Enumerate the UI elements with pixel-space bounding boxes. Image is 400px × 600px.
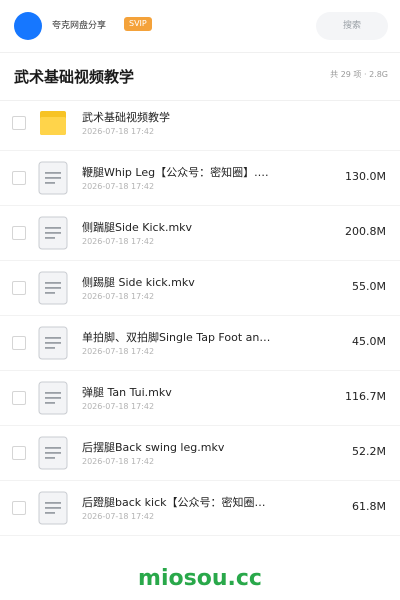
file-date: 2026-07-18 17:42 [82,292,155,301]
file-size: 45.0M [352,335,386,348]
list-item[interactable]: 单拍脚、双拍脚Single Tap Foot an… 2026-07-18 17… [0,316,400,371]
file-date: 2026-07-18 17:42 [82,402,155,411]
file-date: 2026-07-18 17:42 [82,512,155,521]
file-date: 2026-07-18 17:42 [82,127,155,136]
watermark: miosou.cc [138,566,262,591]
file-list: 武术基础视频教学 2026-07-18 17:42 鞭腿Whip Leg【公众号… [0,96,400,536]
checkbox[interactable] [12,391,26,405]
file-size: 61.8M [352,500,386,513]
file-name: 单拍脚、双拍脚Single Tap Foot an… [82,331,271,344]
checkbox[interactable] [12,501,26,515]
checkbox[interactable] [12,171,26,185]
folder-icon [40,111,66,135]
file-size: 116.7M [345,390,386,403]
file-date: 2026-07-18 17:42 [82,182,155,191]
list-item[interactable]: 弹腿 Tan Tui.mkv 2026-07-18 17:42 116.7M [0,371,400,426]
list-item[interactable]: 侧踢腿 Side kick.mkv 2026-07-18 17:42 55.0M [0,261,400,316]
file-date: 2026-07-18 17:42 [82,457,155,466]
page-title: 武术基础视频教学 [14,68,135,86]
list-item[interactable]: 侧踹腿Side Kick.mkv 2026-07-18 17:42 200.8M [0,206,400,261]
file-icon [38,491,68,525]
list-item[interactable]: 后蹬腿back kick【公众号：密知圈】.mkv 2026-07-18 17:… [0,481,400,536]
file-size: 55.0M [352,280,386,293]
file-icon [38,216,68,250]
checkbox[interactable] [12,116,26,130]
file-size: 130.0M [345,170,386,183]
checkbox[interactable] [12,446,26,460]
file-icon [38,271,68,305]
file-icon [38,161,68,195]
svip-badge: SVIP [124,17,152,31]
file-size: 200.8M [345,225,386,238]
file-name: 武术基础视频教学 [82,111,170,124]
item-summary: 共 29 项 · 2.8G [330,70,388,79]
list-item[interactable]: 后摆腿Back swing leg.mkv 2026-07-18 17:42 5… [0,426,400,481]
search-button[interactable]: 搜索 [316,12,388,40]
file-date: 2026-07-18 17:42 [82,237,155,246]
file-size: 52.2M [352,445,386,458]
file-name: 侧踹腿Side Kick.mkv [82,221,193,234]
avatar[interactable] [14,12,42,40]
file-icon [38,326,68,360]
file-name: 弹腿 Tan Tui.mkv [82,386,172,399]
file-name: 后摆腿Back swing leg.mkv [82,441,225,454]
checkbox[interactable] [12,336,26,350]
checkbox[interactable] [12,281,26,295]
file-name: 后蹬腿back kick【公众号：密知圈】.mkv [82,496,272,509]
file-icon [38,381,68,415]
list-item[interactable]: 鞭腿Whip Leg【公众号：密知圈】.mkv 2026-07-18 17:42… [0,151,400,206]
user-name: 夸克网盘分享 [52,21,107,31]
footer: miosou.cc [0,548,400,600]
header-bar: 夸克网盘分享 SVIP 搜索 [0,0,400,53]
checkbox[interactable] [12,226,26,240]
file-date: 2026-07-18 17:42 [82,347,155,356]
file-name: 侧踢腿 Side kick.mkv [82,276,195,289]
file-name: 鞭腿Whip Leg【公众号：密知圈】.mkv [82,166,272,179]
list-item[interactable]: 武术基础视频教学 2026-07-18 17:42 [0,96,400,151]
file-icon [38,436,68,470]
title-row: 武术基础视频教学 共 29 项 · 2.8G [0,60,400,101]
